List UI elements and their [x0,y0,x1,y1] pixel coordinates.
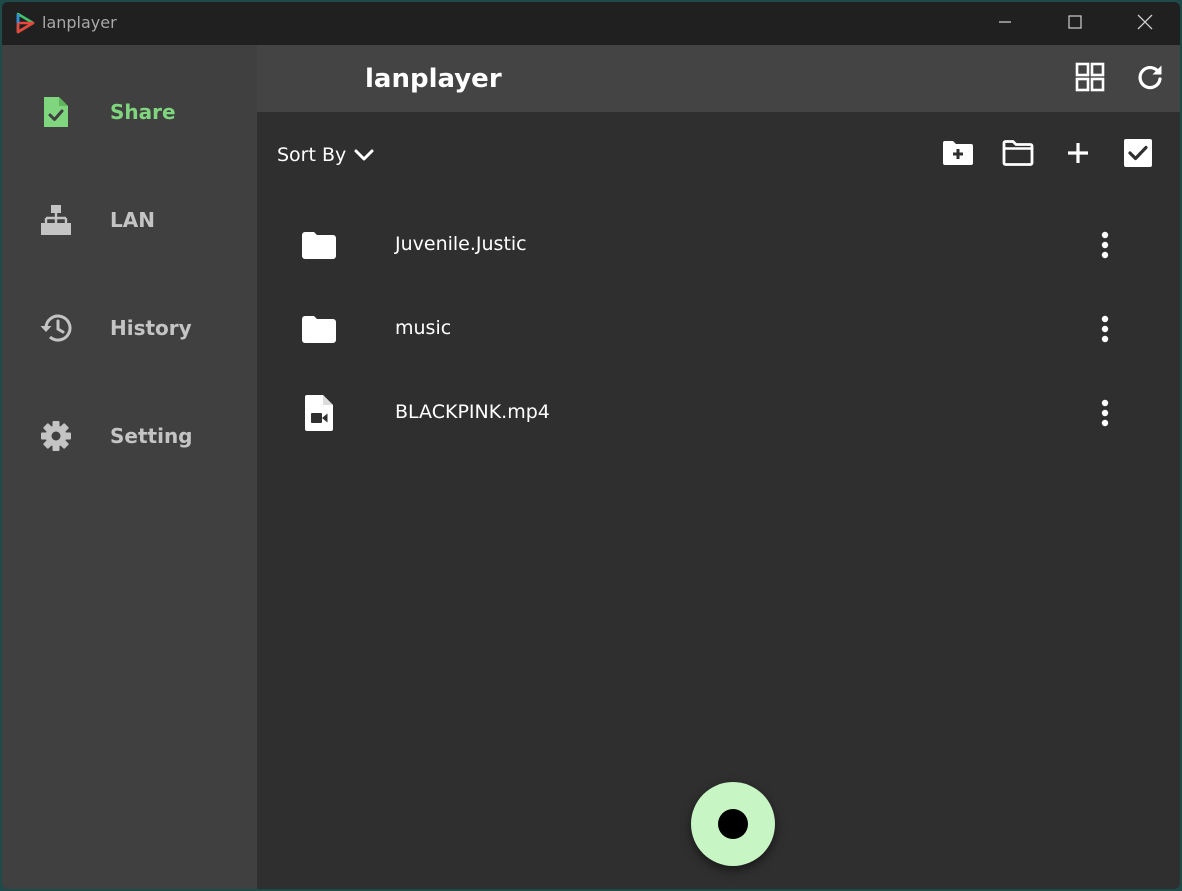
record-button[interactable] [691,782,775,866]
sort-by-label: Sort By [277,144,347,166]
sidebar-item-setting[interactable]: Setting [2,401,257,471]
file-row-juvenile-justic[interactable]: Juvenile.Justic [257,203,1180,287]
select-all-button[interactable] [1119,136,1157,174]
new-folder-button[interactable] [939,136,977,174]
app-header: lanplayer [257,45,1180,112]
file-name: BLACKPINK.mp4 [395,401,550,423]
sidebar-item-label: Setting [110,424,193,448]
sort-by-dropdown[interactable]: Sort By [277,140,374,170]
close-icon [1137,14,1153,34]
file-name: music [395,317,452,339]
open-folder-button[interactable] [999,136,1037,174]
sidebar-item-share[interactable]: Share [2,77,257,147]
file-check-icon [38,94,74,130]
title-bar: lanplayer [2,2,1180,45]
more-options-icon[interactable] [1089,309,1121,349]
more-options-icon[interactable] [1089,393,1121,433]
sidebar-item-label: LAN [110,208,155,232]
sidebar-item-label: History [110,316,192,340]
select-all-checkbox-icon [1124,139,1152,171]
folder-open-icon [1002,140,1034,170]
folder-icon [301,227,337,263]
new-folder-icon [942,140,974,170]
page-title: lanplayer [365,64,502,94]
sidebar: Share LAN History Setting [2,45,257,889]
file-row-music[interactable]: music [257,287,1180,371]
file-row-blackpink-mp4[interactable]: BLACKPINK.mp4 [257,371,1180,455]
folder-icon [301,311,337,347]
refresh-button[interactable] [1132,61,1168,97]
video-file-icon [301,395,337,431]
sidebar-item-lan[interactable]: LAN [2,185,257,255]
more-options-icon[interactable] [1089,225,1121,265]
record-icon [718,809,748,839]
sidebar-item-history[interactable]: History [2,293,257,363]
window-title: lanplayer [42,13,117,32]
grid-view-icon [1075,62,1105,96]
chevron-down-icon [354,148,374,162]
app-logo-icon [14,12,36,34]
maximize-button[interactable] [1040,2,1110,45]
maximize-icon [1068,14,1082,33]
close-button[interactable] [1110,2,1180,45]
minimize-button[interactable] [970,2,1040,45]
history-icon [38,310,74,346]
add-icon [1066,141,1090,169]
gear-icon [38,418,74,454]
app-window: lanplayer Share LAN History Setting lanp… [2,2,1180,889]
sidebar-item-label: Share [110,100,176,124]
file-browser: Sort By Juvenile.Justic music BLACKPINK.… [257,112,1180,889]
file-list: Juvenile.Justic music BLACKPINK.mp4 [257,203,1180,455]
minimize-icon [998,14,1012,33]
add-button[interactable] [1059,136,1097,174]
refresh-icon [1136,63,1164,95]
file-name: Juvenile.Justic [395,233,527,255]
sitemap-icon [38,202,74,238]
grid-view-button[interactable] [1072,61,1108,97]
